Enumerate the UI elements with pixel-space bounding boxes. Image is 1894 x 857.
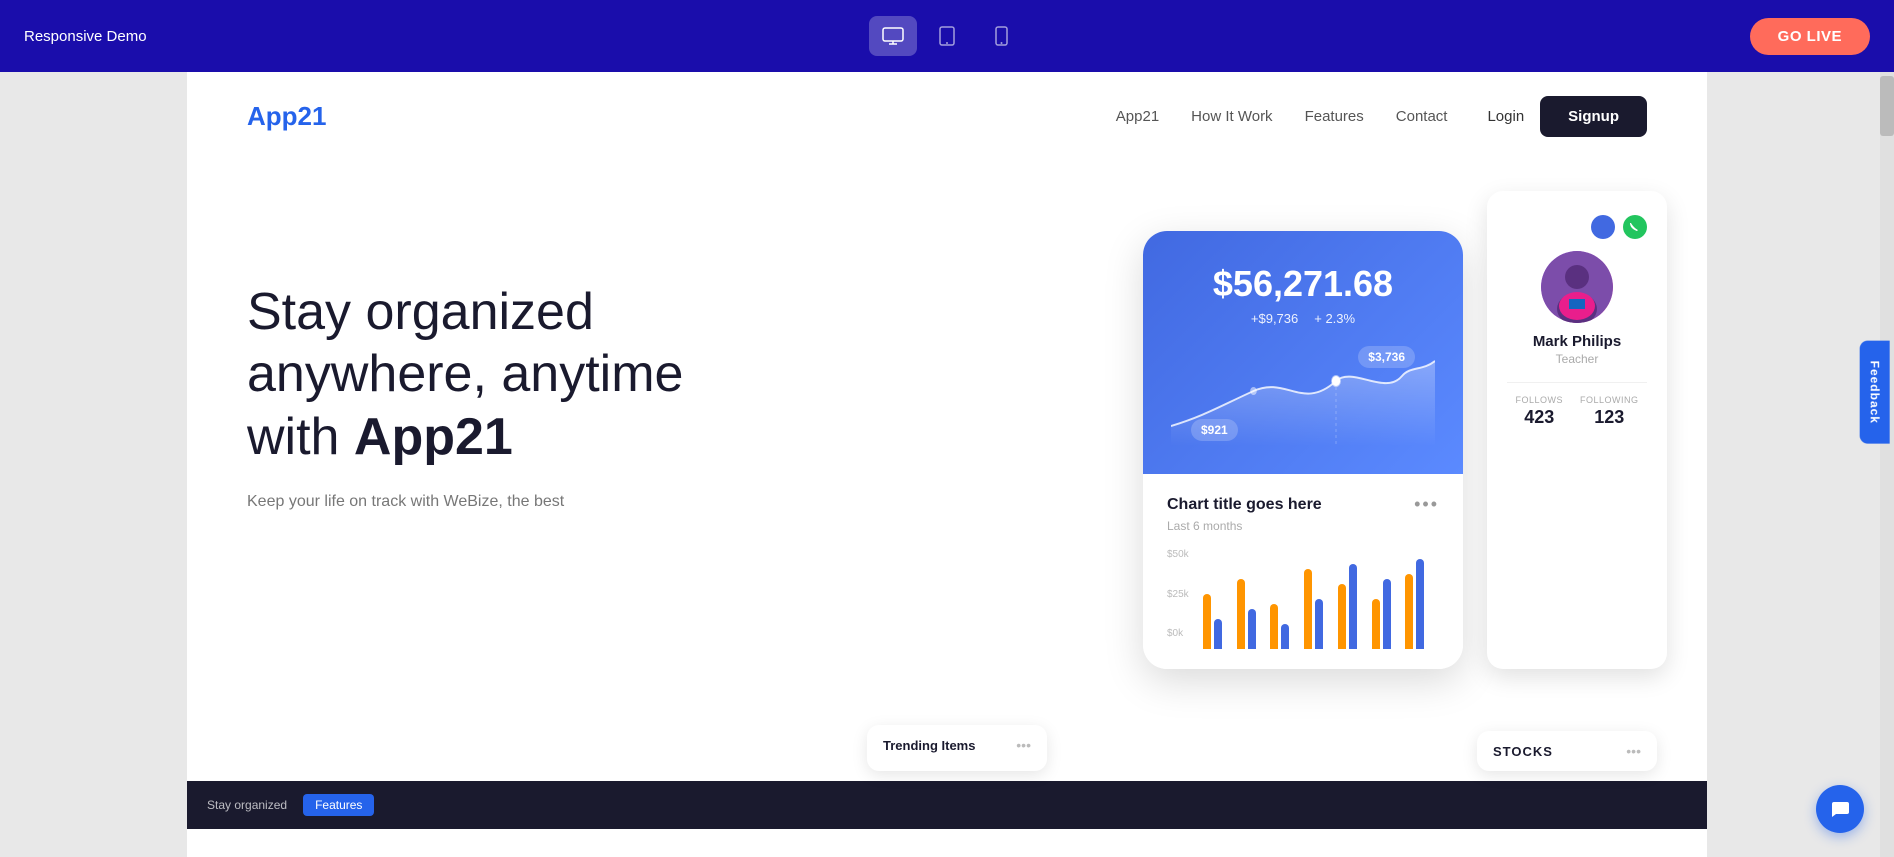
hero-visuals: $56,271.68 +$9,736 + 2.3% $3,736 $921 — [1143, 171, 1667, 669]
bar-blue-3 — [1315, 599, 1323, 649]
bottom-bar: Stay organized Features — [187, 781, 1707, 829]
profile-dot-green — [1623, 215, 1647, 239]
bar-group-3 — [1304, 569, 1338, 649]
bar-chart — [1203, 549, 1439, 669]
chart-change-percent: + 2.3% — [1314, 311, 1355, 326]
profile-stats: FOLLOWS 423 FOLLOWING 123 — [1507, 382, 1647, 428]
avatar-image — [1541, 251, 1613, 323]
desktop-icon — [882, 27, 904, 45]
follows-count: 423 — [1524, 407, 1554, 427]
stocks-dots[interactable]: ••• — [1626, 743, 1641, 759]
trending-title: Trending Items — [883, 738, 975, 753]
bar-blue-6 — [1416, 559, 1424, 649]
chart-bubble-low: $921 — [1191, 419, 1238, 441]
profile-card: Mark Philips Teacher FOLLOWS 423 FOLLOWI… — [1487, 191, 1667, 669]
bar-chart-labels: $50k $25k $0k — [1167, 549, 1189, 639]
scrollbar-thumb[interactable] — [1880, 76, 1894, 136]
bar-blue-0 — [1214, 619, 1222, 649]
bar-orange-0 — [1203, 594, 1211, 649]
stocks-title: STOCKS — [1493, 744, 1553, 759]
chart-subtitle: Last 6 months — [1167, 519, 1439, 533]
bar-blue-1 — [1248, 609, 1256, 649]
nav-how-it-work[interactable]: How It Work — [1191, 108, 1272, 125]
follows-label: FOLLOWS — [1515, 395, 1563, 405]
chart-change-value: +$9,736 — [1251, 311, 1298, 326]
chart-card-bottom: Chart title goes here ••• Last 6 months … — [1143, 474, 1463, 669]
profile-card-icons — [1507, 215, 1647, 239]
trending-card: Trending Items ••• — [867, 725, 1047, 771]
go-live-button[interactable]: GO LIVE — [1750, 18, 1870, 55]
bar-orange-5 — [1372, 599, 1380, 649]
mobile-icon — [995, 26, 1008, 46]
bar-group-6 — [1405, 559, 1439, 649]
bar-group-2 — [1270, 604, 1304, 649]
chart-title-row: Chart title goes here ••• — [1167, 494, 1439, 515]
nav-login[interactable]: Login — [1487, 108, 1524, 125]
bar-group-1 — [1237, 579, 1271, 649]
top-bar: Responsive Demo GO — [0, 0, 1894, 72]
bottom-bar-text: Stay organized — [207, 798, 287, 812]
device-buttons — [869, 16, 1025, 56]
bar-chart-container: $50k $25k $0k — [1167, 549, 1439, 669]
stocks-title-row: STOCKS ••• — [1493, 743, 1641, 759]
hero-text: Stay organized anywhere, anytime with Ap… — [247, 181, 767, 515]
demo-label: Responsive Demo — [24, 28, 147, 45]
nav-features[interactable]: Features — [1305, 108, 1364, 125]
bar-orange-3 — [1304, 569, 1312, 649]
chart-line-area: $3,736 $921 — [1171, 346, 1435, 446]
bar-group-4 — [1338, 564, 1372, 649]
feedback-tab[interactable]: Feedback — [1859, 340, 1889, 443]
chart-more-dots[interactable]: ••• — [1414, 494, 1439, 515]
chart-bubble-high: $3,736 — [1358, 346, 1415, 368]
profile-name: Mark Philips — [1507, 333, 1647, 350]
trending-title-row: Trending Items ••• — [883, 737, 1031, 753]
stocks-card: STOCKS ••• — [1477, 731, 1657, 771]
following-label: FOLLOWING — [1580, 395, 1639, 405]
bar-orange-2 — [1270, 604, 1278, 649]
profile-role: Teacher — [1507, 352, 1647, 366]
bar-group-5 — [1372, 579, 1406, 649]
mobile-btn[interactable] — [977, 16, 1025, 56]
bar-label-0k: $0k — [1167, 628, 1189, 639]
logo: App21 — [247, 101, 326, 132]
bar-group-0 — [1203, 594, 1237, 649]
chart-card: $56,271.68 +$9,736 + 2.3% $3,736 $921 — [1143, 231, 1463, 669]
profile-dot-blue — [1591, 215, 1615, 239]
hero-section: Stay organized anywhere, anytime with Ap… — [187, 161, 1707, 781]
bottom-bar-features-btn[interactable]: Features — [303, 794, 374, 816]
chart-change: +$9,736 + 2.3% — [1171, 311, 1435, 326]
bar-orange-4 — [1338, 584, 1346, 649]
chat-icon — [1829, 798, 1851, 820]
hero-subtitle: Keep your life on track with WeBize, the… — [247, 488, 767, 515]
hero-title: Stay organized anywhere, anytime with Ap… — [247, 281, 767, 468]
bar-blue-2 — [1281, 624, 1289, 649]
tablet-btn[interactable] — [923, 16, 971, 56]
trending-dots[interactable]: ••• — [1016, 737, 1031, 753]
following-count: 123 — [1594, 407, 1624, 427]
tablet-icon — [939, 26, 955, 46]
nav-links: App21 How It Work Features Contact — [1116, 108, 1448, 125]
following-stat: FOLLOWING 123 — [1580, 395, 1639, 428]
navigation: App21 App21 How It Work Features Contact… — [187, 72, 1707, 161]
chart-amount: $56,271.68 — [1171, 263, 1435, 305]
nav-contact[interactable]: Contact — [1396, 108, 1448, 125]
demo-area: App21 App21 How It Work Features Contact… — [187, 72, 1707, 857]
desktop-btn[interactable] — [869, 16, 917, 56]
bar-blue-5 — [1383, 579, 1391, 649]
bar-orange-6 — [1405, 574, 1413, 649]
phone-icon — [1629, 221, 1641, 233]
nav-signup-button[interactable]: Signup — [1540, 96, 1647, 137]
hero-title-bold: App21 — [354, 408, 513, 466]
chart-title: Chart title goes here — [1167, 496, 1322, 514]
scrollbar[interactable] — [1880, 72, 1894, 857]
avatar — [1541, 251, 1613, 323]
chat-bubble-button[interactable] — [1816, 785, 1864, 833]
bar-blue-4 — [1349, 564, 1357, 649]
bar-orange-1 — [1237, 579, 1245, 649]
nav-app21[interactable]: App21 — [1116, 108, 1159, 125]
chart-card-top: $56,271.68 +$9,736 + 2.3% $3,736 $921 — [1143, 231, 1463, 474]
follows-stat: FOLLOWS 423 — [1515, 395, 1563, 428]
bar-label-50k: $50k — [1167, 549, 1189, 560]
bar-label-25k: $25k — [1167, 589, 1189, 600]
